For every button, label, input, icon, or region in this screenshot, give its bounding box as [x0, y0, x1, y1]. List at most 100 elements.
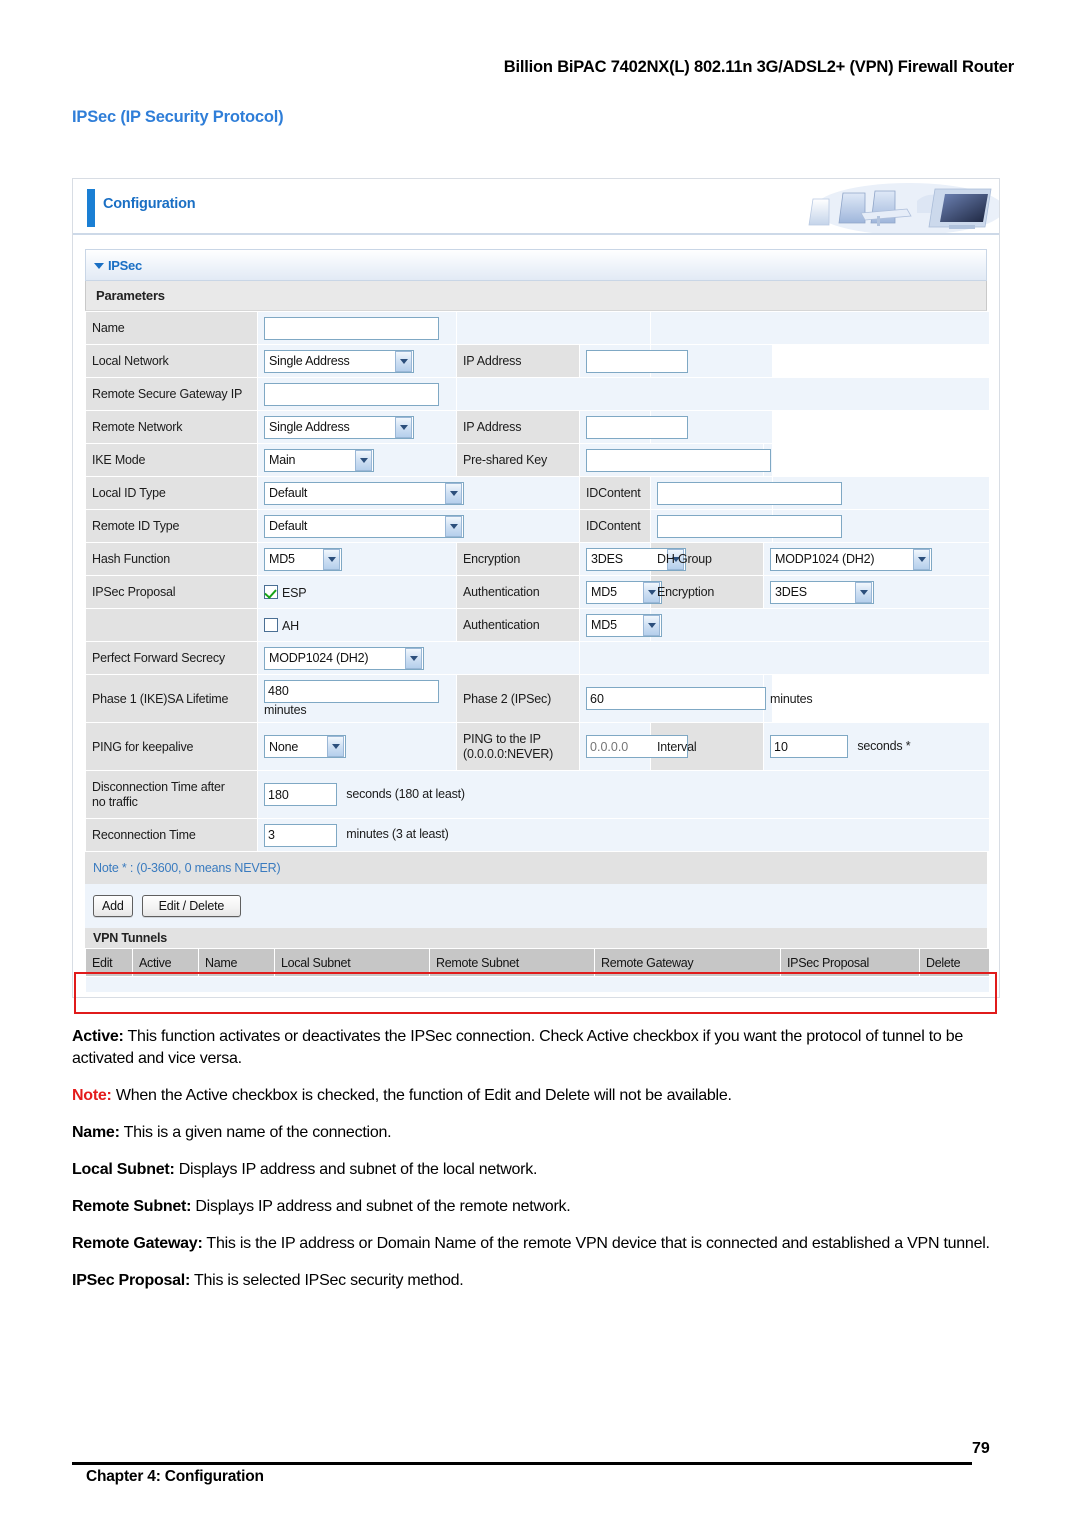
local-id-type-select[interactable]: Default: [264, 481, 464, 505]
column-header-remote-gateway[interactable]: Remote Gateway: [594, 948, 781, 977]
cell-esp-checkbox: ESP: [256, 575, 458, 609]
cell-ping-ip-input: [579, 722, 689, 771]
disconnection-time-input[interactable]: [264, 783, 337, 806]
remote-id-type-select-value: Default: [269, 519, 308, 533]
interval-unit: seconds *: [857, 738, 911, 753]
column-header-delete[interactable]: Delete: [919, 948, 990, 977]
local-idcontent-input[interactable]: [657, 481, 843, 505]
footer-chapter-label: Chapter 4: Configuration: [86, 1468, 264, 1485]
row-disconnection-time: Disconnection Time after no traffic seco…: [85, 770, 991, 819]
descriptions-block: Active: This function activates or deact…: [72, 1026, 1012, 1307]
parameters-header: Parameters: [85, 281, 987, 311]
label-remote-idcontent: IDContent: [579, 509, 652, 543]
footer-page-number: 79: [972, 1440, 990, 1457]
ping-keepalive-select[interactable]: None: [264, 735, 346, 758]
disconnection-time-unit: seconds (180 at least): [346, 786, 465, 801]
chevron-down-icon: [445, 515, 462, 537]
ipsec-section-label: IPSec: [108, 257, 142, 273]
label-local-idcontent: IDContent: [579, 476, 652, 510]
description-text: Displays IP address and subnet of the re…: [191, 1198, 571, 1215]
blank-cell: [650, 311, 991, 345]
cell-local-idcontent-input: [650, 476, 843, 510]
blank-cell: [456, 311, 652, 345]
cell-phase1-input: minutes: [256, 674, 458, 723]
hash-function-select[interactable]: MD5: [264, 547, 342, 571]
esp-encryption-select[interactable]: 3DES: [770, 580, 875, 604]
phase1-lifetime-input[interactable]: [264, 679, 439, 703]
column-header-name[interactable]: Name: [198, 948, 275, 977]
cell-dh-group-select: MODP1024 (DH2): [763, 542, 991, 576]
ping-ip-label-line2: (0.0.0.0:NEVER): [463, 746, 554, 761]
label-local-ip-address: IP Address: [456, 344, 581, 378]
label-phase2: Phase 2 (IPSec): [456, 674, 581, 723]
column-header-ipsec-proposal[interactable]: IPSec Proposal: [780, 948, 920, 977]
description-text: This is a given name of the connection.: [119, 1124, 392, 1141]
cell-remote-ip-input: [579, 410, 689, 444]
pre-shared-key-input[interactable]: [586, 448, 772, 472]
row-ipsec-proposal-esp: IPSec Proposal ESP Authentication MD5 En…: [85, 575, 991, 609]
ah-checkbox[interactable]: [264, 617, 278, 632]
esp-checkbox[interactable]: [264, 584, 278, 599]
label-ipsec-proposal-blank: [85, 608, 258, 642]
column-header-edit[interactable]: Edit: [85, 948, 133, 977]
label-remote-id-type: Remote ID Type: [85, 509, 258, 543]
row-ping-keepalive: PING for keepalive None PING to the IP (…: [85, 722, 991, 771]
tunnels-header-row: Edit Active Name Local Subnet Remote Sub…: [85, 948, 990, 977]
disconnection-label-line2: no traffic: [92, 794, 138, 809]
label-local-network: Local Network: [85, 344, 258, 378]
cell-phase2-input: [579, 674, 767, 723]
remote-idcontent-input[interactable]: [657, 514, 843, 538]
remote-secure-gateway-ip-input[interactable]: [264, 382, 439, 406]
remote-network-select[interactable]: Single Address: [264, 415, 414, 439]
esp-authentication-select[interactable]: MD5: [586, 580, 663, 604]
ah-authentication-select-value: MD5: [591, 618, 617, 632]
cell-ah-checkbox: AH: [256, 608, 458, 642]
description-text: This is selected IPSec security method.: [190, 1272, 464, 1289]
ike-mode-select-value: Main: [269, 453, 296, 467]
description-text: When the Active checkbox is checked, the…: [111, 1087, 732, 1104]
ah-authentication-select[interactable]: MD5: [586, 613, 663, 637]
label-ping-keepalive: PING for keepalive: [85, 722, 258, 771]
accent-bar: [87, 189, 95, 227]
row-name: Name: [85, 311, 991, 345]
description-text: This is the IP address or Domain Name of…: [202, 1235, 990, 1252]
perfect-forward-secrecy-select[interactable]: MODP1024 (DH2): [264, 646, 424, 670]
chevron-down-icon: [327, 736, 344, 757]
router-admin-screenshot: Configuration IPSec Parameters Name Loca…: [72, 178, 1000, 1014]
interval-input[interactable]: [770, 735, 849, 758]
edit-delete-button[interactable]: Edit / Delete: [141, 895, 242, 917]
description-paragraph: IPSec Proposal: This is selected IPSec s…: [72, 1270, 1012, 1292]
chevron-down-icon: [323, 548, 340, 570]
ipsec-parameters-table: Name Local Network Single Address IP Add…: [85, 311, 991, 852]
label-remote-ip-address: IP Address: [456, 410, 581, 444]
esp-encryption-select-value: 3DES: [775, 585, 807, 599]
name-input[interactable]: [264, 316, 439, 340]
description-paragraph: Local Subnet: Displays IP address and su…: [72, 1159, 1012, 1181]
reconnection-time-input[interactable]: [264, 823, 337, 847]
remote-ip-address-input[interactable]: [586, 415, 689, 439]
local-ip-address-input[interactable]: [586, 349, 689, 373]
column-header-remote-subnet[interactable]: Remote Subnet: [429, 948, 595, 977]
column-header-active[interactable]: Active: [132, 948, 199, 977]
cell-ah-auth-select: MD5: [579, 608, 663, 642]
remote-network-select-value: Single Address: [269, 420, 350, 434]
label-ipsec-proposal: IPSec Proposal: [85, 575, 258, 609]
description-text: Displays IP address and subnet of the lo…: [174, 1161, 538, 1178]
ipsec-section-header[interactable]: IPSec: [85, 249, 987, 281]
vpn-tunnels-table: Edit Active Name Local Subnet Remote Sub…: [85, 948, 990, 993]
dh-group-select[interactable]: MODP1024 (DH2): [770, 547, 933, 571]
label-local-id-type: Local ID Type: [85, 476, 258, 510]
cell-local-network-select: Single Address: [256, 344, 458, 378]
remote-id-type-select[interactable]: Default: [264, 514, 464, 538]
local-network-select[interactable]: Single Address: [264, 349, 414, 373]
label-phase1-lifetime: Phase 1 (IKE)SA Lifetime: [85, 674, 258, 723]
row-ipsec-proposal-ah: AH Authentication MD5: [85, 608, 991, 642]
phase2-lifetime-input[interactable]: [586, 687, 767, 710]
empty-cell: [85, 976, 990, 993]
column-header-local-subnet[interactable]: Local Subnet: [274, 948, 430, 977]
row-local-id-type: Local ID Type Default IDContent: [85, 476, 991, 510]
configuration-label: Configuration: [103, 196, 196, 212]
add-button[interactable]: Add: [93, 895, 133, 917]
ike-mode-select[interactable]: Main: [264, 448, 374, 472]
label-esp-authentication: Authentication: [456, 575, 581, 609]
